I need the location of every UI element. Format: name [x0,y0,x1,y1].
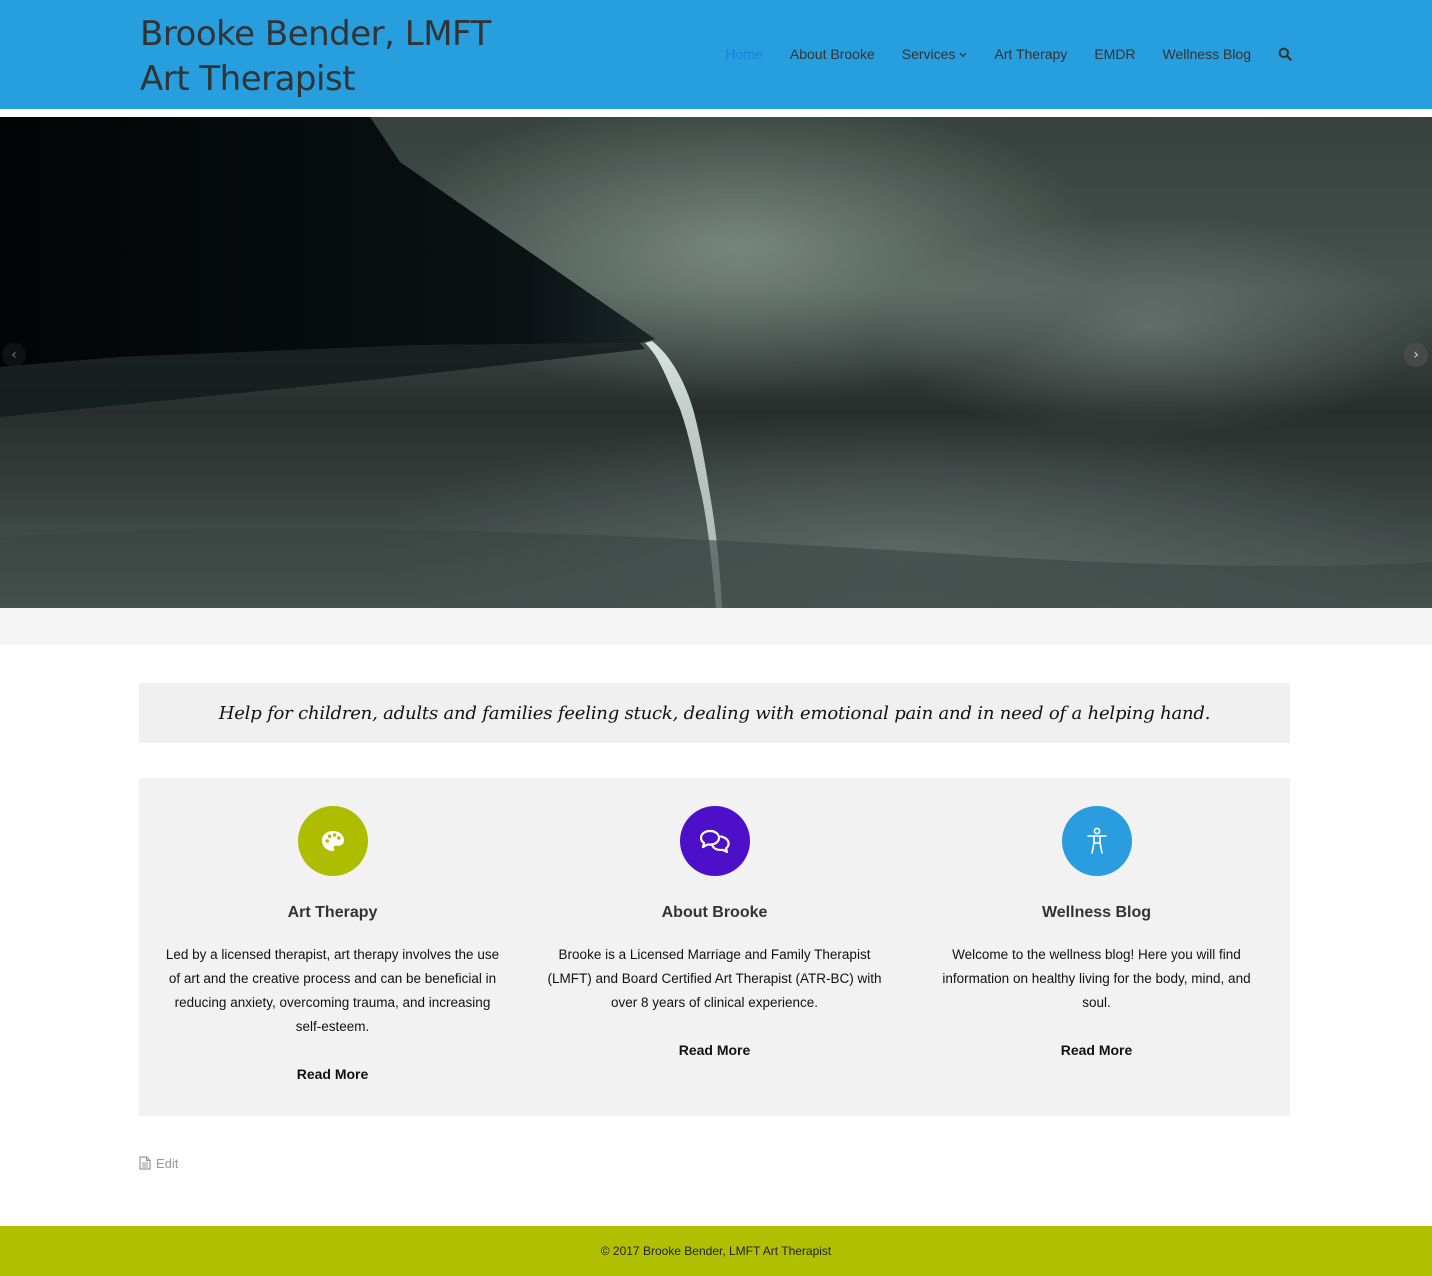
features-section: Art Therapy Led by a licensed therapist,… [139,778,1290,1116]
site-title[interactable]: Brooke Bender, LMFT Art Therapist [140,12,491,102]
header-divider [0,109,1432,117]
feature-wellness-blog: Wellness Blog Welcome to the wellness bl… [905,778,1288,1116]
chevron-down-icon [959,50,967,61]
read-more-link-art-therapy[interactable]: Read More [141,1066,524,1082]
edit-link[interactable]: Edit [139,1154,178,1172]
nav-item-services[interactable]: Services [902,46,968,62]
chevron-left-icon[interactable]: ‹ [2,343,26,367]
site-title-line1[interactable]: Brooke Bender, LMFT [140,12,491,57]
nav-item-services-label: Services [901,46,956,62]
feature-description: Welcome to the wellness blog! Here you w… [942,947,1251,1010]
site-header: Brooke Bender, LMFT Art Therapist Home A… [0,0,1432,109]
chevron-right-icon[interactable]: › [1404,343,1428,367]
copyright-text: © 2017 Brooke Bender, LMFT Art Therapist [600,1244,832,1258]
tagline-box: Help for children, adults and families f… [139,683,1290,743]
hero-slider[interactable]: ‹ › [0,117,1432,608]
feature-title: Wellness Blog [1041,904,1152,921]
nav-item-wellness-blog[interactable]: Wellness Blog [1163,46,1251,62]
search-icon[interactable] [1278,47,1292,61]
site-title-line2[interactable]: Art Therapist [140,57,491,102]
feature-title: Art Therapy [287,904,378,921]
feature-title: About Brooke [661,904,768,921]
read-more-link-wellness-blog[interactable]: Read More [905,1042,1288,1058]
site-footer: © 2017 Brooke Bender, LMFT Art Therapist [0,1226,1432,1276]
feature-description: Led by a licensed therapist, art therapy… [165,947,500,1034]
document-icon [139,1156,151,1170]
tagline-text: Help for children, adults and families f… [218,702,1211,724]
nav-item-emdr[interactable]: EMDR [1094,46,1135,62]
accessibility-icon[interactable] [1061,806,1132,876]
feature-description: Brooke is a Licensed Marriage and Family… [547,947,882,1010]
feature-art-therapy: Art Therapy Led by a licensed therapist,… [141,778,524,1116]
main-nav: Home About Brooke Services Art Therapy E… [699,44,1292,64]
nav-item-art-therapy[interactable]: Art Therapy [994,46,1067,62]
nav-item-about-brooke[interactable]: About Brooke [790,46,875,62]
comments-icon[interactable] [679,806,750,876]
feature-about-brooke: About Brooke Brooke is a Licensed Marria… [523,778,906,1116]
read-more-link-about-brooke[interactable]: Read More [523,1042,906,1058]
nav-item-home[interactable]: Home [726,46,763,62]
edit-label: Edit [156,1155,179,1171]
hero-image [0,117,1432,608]
section-separator [0,608,1432,645]
palette-icon[interactable] [297,806,368,876]
